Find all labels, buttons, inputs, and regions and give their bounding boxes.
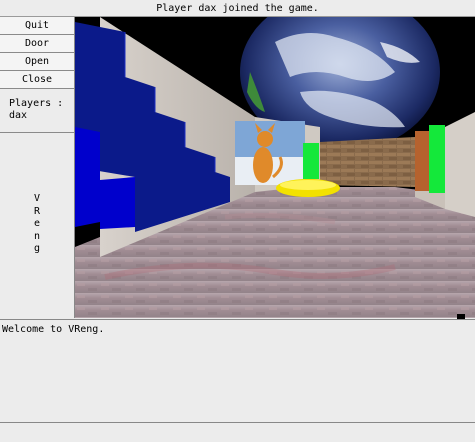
3d-scene	[75, 17, 475, 318]
cat-poster	[235, 121, 305, 185]
vertical-title-letter: e	[33, 218, 41, 229]
brick-wall	[320, 137, 415, 187]
vertical-title-letter: g	[33, 243, 41, 254]
vertical-title-letter: V	[33, 193, 41, 204]
green-panel-left	[303, 143, 319, 179]
door-button[interactable]: Door	[0, 35, 74, 53]
message-console: Welcome to VReng.	[0, 319, 475, 423]
status-message: Player dax joined the game.	[156, 3, 319, 14]
players-label: Players :	[9, 98, 64, 109]
open-button[interactable]: Open	[0, 53, 74, 71]
3d-viewport[interactable]	[75, 17, 475, 318]
green-panel-right	[429, 125, 445, 193]
vertical-title-letter: R	[33, 205, 41, 217]
vertical-title: V R e n g	[0, 193, 74, 256]
chat-input[interactable]	[0, 424, 475, 442]
right-wall	[445, 112, 475, 217]
console-message: Welcome to VReng.	[2, 324, 105, 335]
player-name[interactable]: dax	[9, 110, 74, 122]
sidebar: Quit Door Open Close Players : dax V R e…	[0, 17, 75, 318]
quit-button[interactable]: Quit	[0, 17, 74, 35]
vertical-title-letter: n	[33, 230, 41, 242]
status-bar: Player dax joined the game.	[0, 0, 475, 17]
players-panel: Players : dax	[0, 89, 74, 133]
close-button[interactable]: Close	[0, 71, 74, 89]
